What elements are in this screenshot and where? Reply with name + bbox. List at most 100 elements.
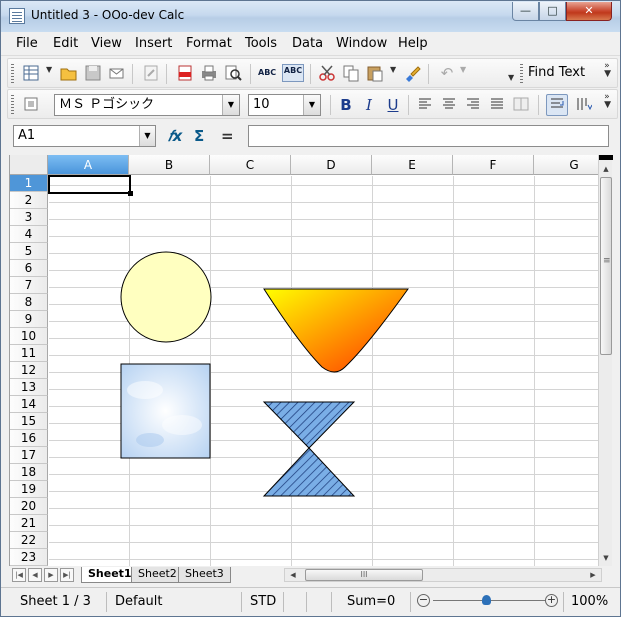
scroll-up-icon[interactable]: ▲ [599, 162, 613, 176]
paste-icon[interactable] [366, 64, 384, 82]
chevron-down-icon[interactable]: ▼ [222, 95, 239, 115]
split-handle[interactable] [599, 155, 613, 160]
print-icon[interactable] [200, 64, 218, 82]
menu-edit[interactable]: Edit [53, 36, 78, 51]
underline-button[interactable]: U [382, 94, 404, 116]
toolbar-grip[interactable] [520, 64, 523, 83]
sheet-tab-bar: |◀ ◀ ▶ ▶| Sheet1 Sheet2 Sheet3 ◀ III ▶ [9, 566, 612, 584]
styles-icon[interactable] [22, 95, 40, 113]
funnel-shape[interactable] [263, 288, 409, 373]
name-box[interactable]: A1 ▼ [13, 125, 156, 147]
align-center-icon[interactable] [440, 95, 458, 113]
toolbar-overflow-icon[interactable]: ▼ [508, 73, 514, 82]
menu-tools[interactable]: Tools [245, 36, 277, 51]
new-document-icon[interactable] [22, 64, 40, 82]
formatting-toolbar: ＭＳ Ｐゴシック ▼ 10 ▼ B I U » ▼ [7, 89, 618, 119]
text-direction-icon[interactable] [574, 95, 593, 113]
scroll-down-icon[interactable]: ▼ [599, 551, 613, 565]
copy-icon[interactable] [342, 64, 360, 82]
wrap-text-icon[interactable] [546, 94, 568, 116]
toolbar-separator [408, 95, 409, 115]
calc-window: Untitled 3 - OOo-dev Calc — □ ✕ File Edi… [0, 0, 621, 617]
hourglass-shape[interactable] [262, 401, 356, 497]
horizontal-scroll-thumb[interactable]: III [305, 569, 423, 581]
menu-view[interactable]: View [91, 36, 122, 51]
zoom-out-icon[interactable]: − [417, 594, 430, 607]
close-button[interactable]: ✕ [566, 2, 612, 21]
sum-display: Sum=0 [347, 594, 396, 609]
open-folder-icon[interactable] [60, 64, 78, 82]
font-name-combobox[interactable]: ＭＳ Ｐゴシック ▼ [54, 94, 240, 116]
sum-icon[interactable]: Σ [194, 127, 204, 145]
page-preview-icon[interactable] [224, 64, 242, 82]
first-sheet-icon[interactable]: |◀ [12, 568, 26, 582]
menu-file[interactable]: File [16, 36, 38, 51]
zoom-in-icon[interactable]: + [545, 594, 558, 607]
undo-icon[interactable]: ↶ [438, 64, 456, 82]
email-icon[interactable] [108, 64, 126, 82]
minimize-button[interactable]: — [512, 2, 539, 21]
chevron-down-icon[interactable]: ▼ [303, 95, 320, 115]
export-pdf-icon[interactable] [176, 64, 194, 82]
maximize-button[interactable]: □ [539, 2, 566, 21]
format-paintbrush-icon[interactable] [403, 64, 421, 82]
chevron-down-icon[interactable]: ▼ [139, 126, 155, 146]
page-style[interactable]: Default [115, 592, 163, 612]
chevron-down-icon[interactable]: ▼ [390, 65, 396, 74]
italic-button[interactable]: I [358, 94, 380, 116]
spellcheck-icon[interactable]: ABC [258, 64, 276, 82]
next-sheet-icon[interactable]: ▶ [44, 568, 58, 582]
chevron-double-right-icon[interactable]: » ▼ [604, 93, 611, 110]
sheet-tab-2[interactable]: Sheet2 [131, 567, 184, 583]
menu-format[interactable]: Format [186, 36, 232, 51]
formula-bar: A1 ▼ 𝑓x Σ = [1, 121, 620, 151]
vertical-scroll-thumb[interactable] [600, 177, 612, 355]
scroll-left-icon[interactable]: ◀ [287, 569, 299, 581]
toolbar-separator [132, 64, 133, 84]
square-shape[interactable] [120, 363, 211, 459]
selection-mode[interactable]: STD [250, 592, 276, 612]
window-title: Untitled 3 - OOo-dev Calc [31, 8, 185, 22]
function-wizard-icon[interactable]: 𝑓x [168, 127, 182, 145]
scroll-right-icon[interactable]: ▶ [587, 569, 599, 581]
cut-icon[interactable] [318, 64, 336, 82]
vertical-scrollbar[interactable]: ▲ ▼ [598, 155, 613, 566]
calc-app-icon [9, 8, 25, 24]
toolbar-grip[interactable] [11, 64, 14, 83]
menu-window[interactable]: Window [336, 36, 387, 51]
justify-icon[interactable] [488, 95, 506, 113]
toolbar-grip[interactable] [11, 95, 14, 114]
edit-file-icon[interactable] [142, 64, 160, 82]
toolbar-separator [330, 95, 331, 115]
previous-sheet-icon[interactable]: ◀ [28, 568, 42, 582]
circle-shape[interactable] [120, 251, 212, 343]
menu-insert[interactable]: Insert [135, 36, 172, 51]
zoom-slider-knob[interactable] [482, 595, 491, 605]
autospellcheck-icon[interactable]: ABC [282, 64, 304, 82]
align-left-icon[interactable] [416, 95, 434, 113]
font-size-combobox[interactable]: 10 ▼ [248, 94, 321, 116]
sheet-tab-1[interactable]: Sheet1 [81, 567, 139, 583]
horizontal-scrollbar[interactable]: ◀ III ▶ [284, 568, 602, 582]
spreadsheet-grid[interactable]: A B C D E F G 1 2 3 4 5 6 7 8 9 10 11 12… [9, 155, 598, 566]
chevron-down-icon[interactable]: ▼ [46, 65, 52, 74]
chevron-down-icon[interactable]: ▼ [460, 65, 466, 74]
zoom-level[interactable]: 100% [571, 592, 608, 612]
align-right-icon[interactable] [464, 95, 482, 113]
chevron-double-right-icon[interactable]: » ▼ [604, 62, 611, 79]
font-size-value: 10 [253, 97, 270, 112]
status-bar: Sheet 1 / 3 Default STD Sum=0 − + 100% [1, 587, 620, 616]
menu-help[interactable]: Help [398, 36, 428, 51]
cell-reference: A1 [18, 128, 36, 143]
toolbar-separator [166, 64, 167, 84]
last-sheet-icon[interactable]: ▶| [60, 568, 74, 582]
drawing-layer [120, 251, 409, 497]
save-icon[interactable] [84, 64, 102, 82]
menu-data[interactable]: Data [292, 36, 323, 51]
bold-button[interactable]: B [335, 94, 357, 116]
merge-cells-icon[interactable] [512, 95, 530, 113]
formula-input[interactable] [248, 125, 609, 147]
function-equals-icon[interactable]: = [221, 127, 234, 145]
sheet-tab-3[interactable]: Sheet3 [178, 567, 231, 583]
find-text-label[interactable]: Find Text [528, 65, 585, 80]
